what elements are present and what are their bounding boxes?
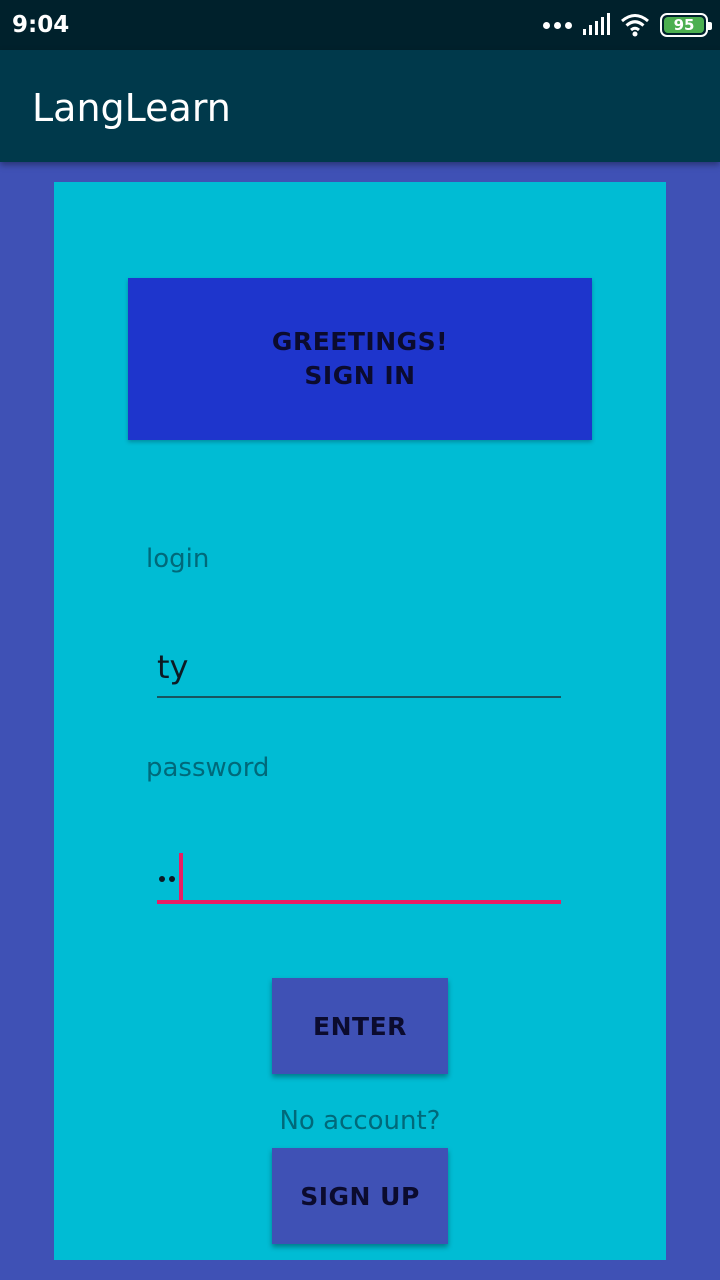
status-time: 9:04 [12, 12, 70, 38]
app-title: LangLearn [32, 86, 231, 130]
status-icons: 95 [543, 10, 712, 40]
password-input[interactable] [157, 848, 561, 904]
status-bar: 9:04 95 [0, 0, 720, 50]
greeting-line-1: GREETINGS! [271, 327, 449, 356]
login-label: login [146, 544, 210, 574]
greeting-line-2: SIGN IN [304, 361, 416, 390]
sign-up-button[interactable]: SIGN UP [272, 1148, 448, 1244]
enter-button[interactable]: ENTER [272, 978, 448, 1074]
text-cursor [179, 853, 183, 901]
no-account-text: No account? [279, 1106, 441, 1136]
login-panel: GREETINGS! SIGN IN login ty password ENT… [54, 182, 666, 1260]
password-mask [159, 876, 175, 882]
more-dots-icon [543, 21, 572, 29]
battery-level: 95 [673, 16, 695, 34]
login-input[interactable]: ty [157, 642, 561, 698]
password-label: password [146, 753, 270, 783]
signal-icon [583, 13, 610, 35]
battery-icon: 95 [660, 13, 712, 37]
wifi-icon [621, 14, 649, 37]
app-bar: LangLearn [0, 50, 720, 162]
login-input-value: ty [157, 648, 189, 686]
greeting-banner: GREETINGS! SIGN IN [128, 278, 592, 440]
